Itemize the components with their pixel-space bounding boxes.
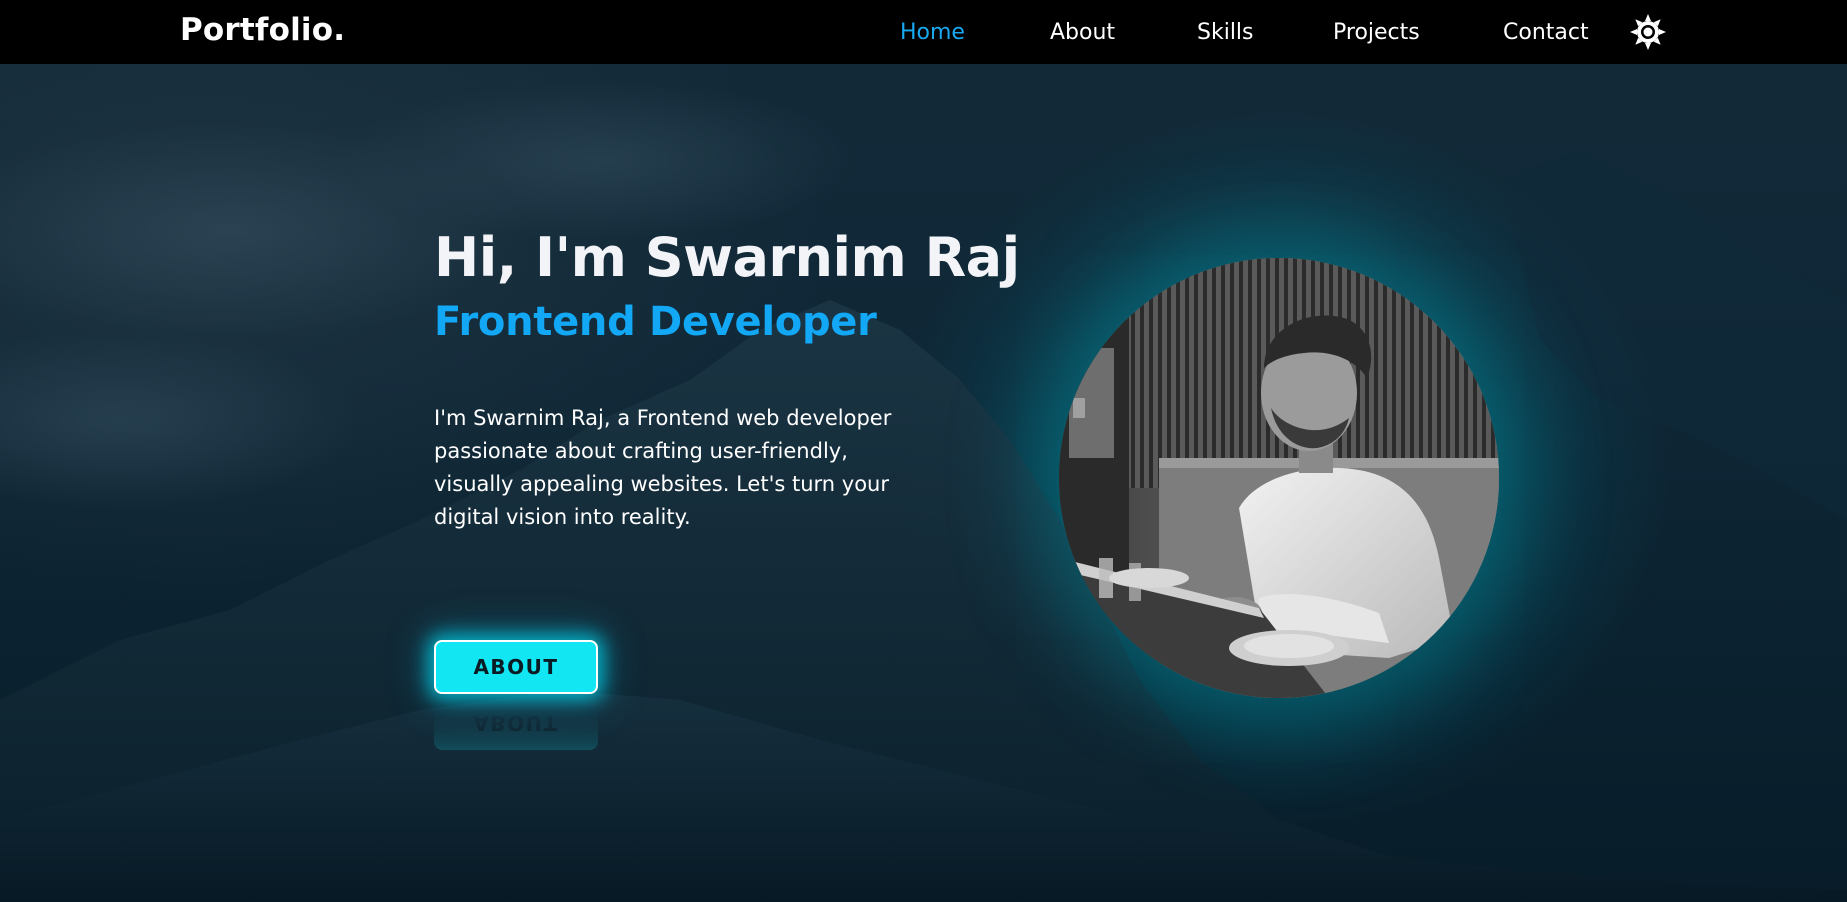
about-button-reflection: ABOUT [434,696,598,750]
hero-title: Hi, I'm Swarnim Raj [434,226,1020,289]
nav-link-about[interactable]: About [1050,20,1115,45]
navbar: Portfolio. Home About Skills Projects Co… [0,0,1847,64]
about-button[interactable]: ABOUT [434,640,598,694]
sun-icon [1630,14,1666,50]
logo[interactable]: Portfolio. [180,12,345,48]
profile-photo [1059,258,1499,698]
hero-role: Frontend Developer [434,299,877,345]
nav-link-skills[interactable]: Skills [1197,20,1254,45]
hero-section: Hi, I'm Swarnim Raj Frontend Developer I… [434,222,1020,534]
nav-link-contact[interactable]: Contact [1503,20,1589,45]
nav-link-projects[interactable]: Projects [1333,20,1420,45]
theme-toggle-button[interactable] [1630,14,1666,50]
hero-description: I'm Swarnim Raj, a Frontend web develope… [434,406,892,529]
page: Portfolio. Home About Skills Projects Co… [0,0,1847,902]
nav-link-home[interactable]: Home [900,20,965,45]
profile-photo-illustration [1059,258,1499,698]
